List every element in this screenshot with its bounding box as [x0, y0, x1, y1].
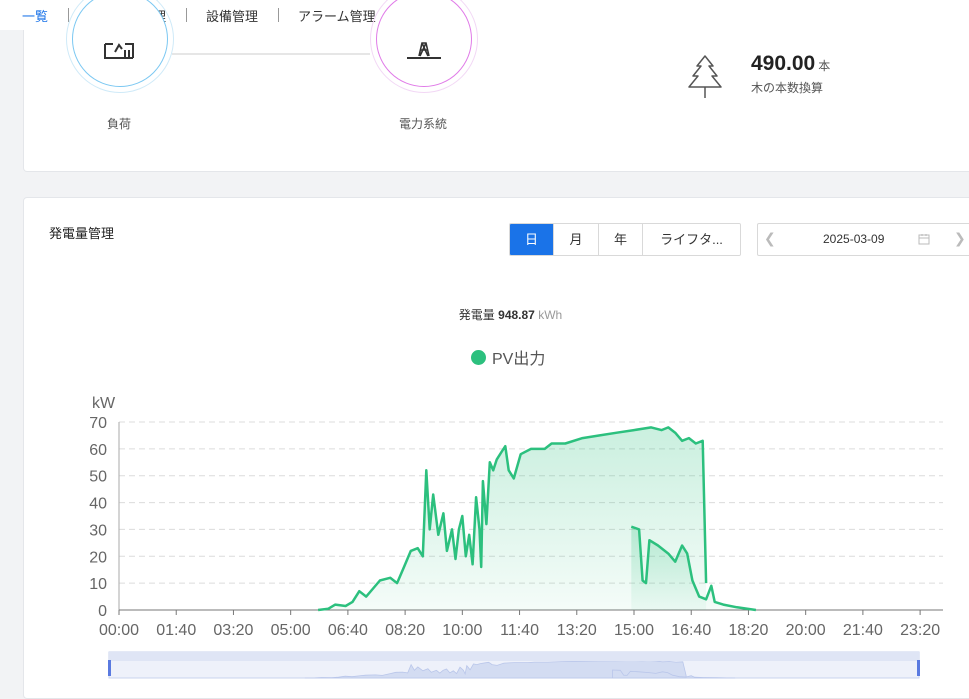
x-tick-label: 15:00 — [614, 622, 654, 639]
x-tick-label: 23:20 — [900, 622, 940, 639]
zoom-slider-top — [109, 652, 919, 661]
tree-count: 490.00 — [751, 52, 816, 75]
x-tick-label: 10:00 — [442, 622, 482, 639]
y-tick-label: 30 — [89, 522, 107, 539]
y-tick-label: 20 — [89, 549, 107, 566]
x-tick-label: 00:00 — [99, 622, 139, 639]
y-tick-label: 70 — [89, 415, 107, 432]
pv-output-chart: 0 10 20 30 40 50 60 70 kW 00:00 01:40 03:20 05:00 06:… — [89, 395, 943, 679]
zoom-handle-right[interactable] — [917, 660, 920, 676]
x-tick-label: 11:40 — [500, 622, 539, 639]
grid-label: 電力系統 — [398, 117, 447, 131]
y-tick-label: 40 — [89, 496, 107, 513]
tab-equipment-management[interactable]: 設備管理 — [186, 6, 278, 25]
tree-caption: 木の本数換算 — [751, 81, 824, 95]
generation-card: 発電量管理 日 月 年 ライフタ... ❮ 2025-03-09 ❯ 発電量 9… — [23, 197, 969, 699]
load-label: 負荷 — [106, 117, 131, 131]
tab-overview[interactable]: 一覧 — [0, 6, 68, 25]
tree-icon — [688, 55, 722, 98]
x-tick-label: 08:20 — [385, 622, 425, 639]
energy-flow-card: 負荷 電力系統 490.00 本 木の本数換算 — [23, 0, 969, 172]
x-tick-label: 05:00 — [271, 622, 311, 639]
x-tick-label: 01:40 — [156, 622, 196, 639]
x-tick-label: 20:00 — [786, 622, 826, 639]
zoom-handle-left[interactable] — [108, 660, 111, 676]
x-tick-label: 06:40 — [328, 622, 368, 639]
y-tick-label: 10 — [89, 576, 107, 593]
y-axis-label: kW — [92, 395, 116, 412]
x-tick-label: 16:40 — [671, 622, 711, 639]
y-tick-label: 50 — [89, 469, 107, 486]
x-tick-label: 13:20 — [557, 622, 597, 639]
transmission-tower-icon — [407, 42, 441, 59]
load-icon — [104, 43, 134, 59]
x-tick-label: 21:40 — [843, 622, 883, 639]
x-tick-label: 18:20 — [728, 622, 768, 639]
grid-node — [370, 0, 478, 93]
load-node — [66, 0, 174, 93]
tree-unit: 本 — [818, 59, 831, 73]
flow-connector — [172, 53, 370, 55]
y-tick-label: 0 — [98, 603, 107, 620]
x-tick-label: 03:20 — [213, 622, 253, 639]
y-tick-label: 60 — [89, 442, 107, 459]
